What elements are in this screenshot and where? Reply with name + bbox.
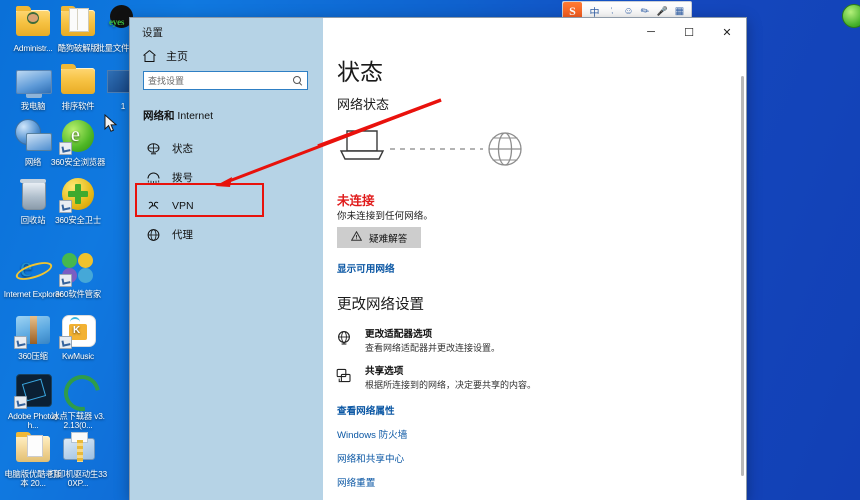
- option-sharing[interactable]: 共享选项 根据所连接到的网络，决定要共享的内容。: [335, 366, 536, 391]
- sidebar-item-status[interactable]: 状态: [130, 134, 323, 163]
- sidebar-category-title: 网络和 Internet: [143, 110, 214, 122]
- sidebar-item-proxy[interactable]: 代理: [130, 220, 323, 249]
- sidebar-item-label: 拨号: [172, 172, 193, 184]
- browser-360-icon: e: [58, 118, 98, 156]
- adapter-icon: [335, 330, 353, 348]
- connection-status-detail: 你未连接到任何网络。: [337, 211, 433, 222]
- proxy-icon: [146, 228, 161, 242]
- network-status-heading: 网络状态: [337, 97, 390, 112]
- kwmusic-icon: K: [58, 312, 98, 350]
- sharing-icon: [335, 367, 353, 385]
- sidebar-nav: 状态 拨号 VPN 代理: [130, 134, 323, 249]
- show-available-networks-link[interactable]: 显示可用网络: [337, 261, 395, 275]
- desktop-icon-label: 360安全卫士: [54, 215, 102, 225]
- option-title: 共享选项: [365, 366, 404, 377]
- change-network-settings-heading: 更改网络设置: [337, 297, 424, 313]
- search-placeholder: 查找设置: [148, 76, 185, 86]
- sidebar-item-vpn[interactable]: VPN: [130, 192, 323, 220]
- network-status-graphic: [333, 123, 543, 173]
- warning-icon: [350, 230, 363, 244]
- network-sharing-center-link[interactable]: 网络和共享中心: [337, 451, 404, 465]
- troubleshoot-label: 疑难解答: [369, 233, 408, 245]
- desktop-icon-label: 打印机驱动生330XP...: [49, 469, 107, 489]
- desktop-icon[interactable]: K KwMusic: [47, 312, 109, 361]
- search-input[interactable]: 查找设置: [143, 71, 308, 90]
- bingdian-downloader-icon: [56, 367, 108, 419]
- sidebar-item-label: 代理: [172, 229, 193, 241]
- content-scrollbar[interactable]: [741, 76, 744, 476]
- desktop-icon[interactable]: 打印机驱动生330XP...: [47, 430, 109, 489]
- soft-mgr-360-icon: [58, 250, 98, 288]
- windows-firewall-link[interactable]: Windows 防火墙: [337, 427, 407, 441]
- settings-window: 设置 主页 查找设置 网络和 Internet 状态 拨号 VPN 代理 ─ ☐…: [130, 18, 746, 500]
- sidebar-home-label: 主页: [166, 51, 188, 63]
- sidebar-item-label: VPN: [172, 200, 194, 212]
- settings-sidebar: 设置 主页 查找设置 网络和 Internet 状态 拨号 VPN 代理: [130, 18, 323, 500]
- window-caption-buttons: ─ ☐ ✕: [632, 18, 746, 46]
- view-network-properties-link[interactable]: 查看网络属性: [337, 403, 395, 417]
- scrollbar-thumb[interactable]: [741, 76, 744, 476]
- option-change-adapter[interactable]: 更改适配器选项 查看网络适配器并更改连接设置。: [335, 329, 500, 354]
- desktop-icon[interactable]: e 360安全浏览器: [47, 118, 109, 167]
- window-title: 设置: [142, 27, 163, 39]
- vpn-icon: [146, 199, 161, 213]
- option-title: 更改适配器选项: [365, 329, 433, 340]
- desktop-icon[interactable]: 冰点下载器 v3.2.13(0...: [47, 367, 109, 431]
- close-button[interactable]: ✕: [708, 18, 746, 46]
- troubleshoot-button[interactable]: 疑难解答: [337, 227, 422, 248]
- minimize-button[interactable]: ─: [632, 18, 670, 46]
- option-description: 查看网络适配器并更改连接设置。: [365, 343, 501, 353]
- desktop-icon-label: 360软件管家: [54, 289, 102, 299]
- printer-zip-icon: [58, 430, 98, 468]
- network-reset-link[interactable]: 网络重置: [337, 475, 375, 489]
- maximize-button[interactable]: ☐: [670, 18, 708, 46]
- sidebar-item-home[interactable]: 主页: [142, 48, 188, 64]
- guard-360-icon: [58, 176, 98, 214]
- desktop-icon-label: KwMusic: [61, 351, 95, 361]
- search-icon: [293, 75, 303, 86]
- sidebar-item-dialup[interactable]: 拨号: [130, 163, 323, 192]
- desktop-icon[interactable]: 360软件管家: [47, 250, 109, 299]
- desktop-icon-label: 冰点下载器 v3.2.13(0...: [51, 411, 105, 431]
- page-title: 状态: [337, 59, 383, 85]
- dialup-icon: [146, 171, 161, 185]
- status-icon: [146, 142, 161, 156]
- connection-status: 未连接: [337, 194, 375, 208]
- home-icon: [142, 49, 157, 63]
- settings-content: ─ ☐ ✕ 状态 网络状态 未连接 你未连接到任何网络。 疑难解答 显示可用网络…: [323, 18, 746, 500]
- tray-green-icon[interactable]: [842, 4, 860, 28]
- sidebar-item-label: 状态: [172, 143, 193, 155]
- option-description: 根据所连接到的网络，决定要共享的内容。: [365, 380, 537, 390]
- desktop-icon-label: 360安全浏览器: [50, 157, 106, 167]
- desktop-icon[interactable]: 360安全卫士: [47, 176, 109, 225]
- mouse-cursor: [104, 114, 118, 132]
